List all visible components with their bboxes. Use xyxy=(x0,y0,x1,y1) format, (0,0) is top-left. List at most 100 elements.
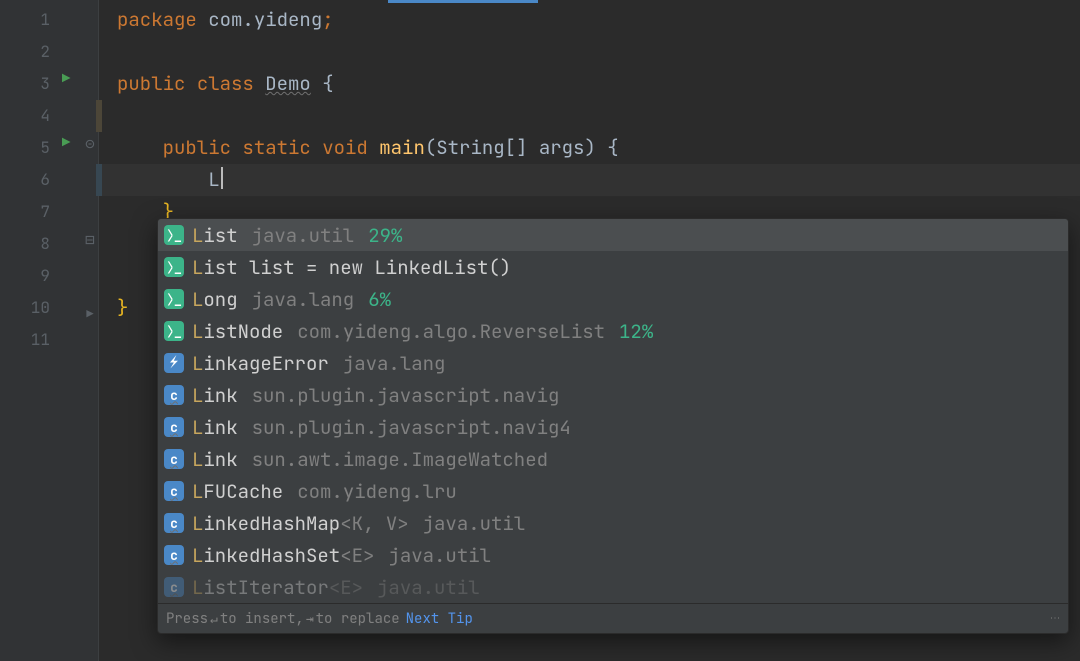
completion-context: sun.awt.image.ImageWatched xyxy=(252,447,548,472)
completion-item[interactable]: ⚡ LinkageError java.lang xyxy=(158,347,1068,379)
completion-label: List xyxy=(192,223,238,248)
brace: { xyxy=(311,71,334,96)
gutter-run-column: ▶ ▶ xyxy=(60,0,82,661)
code-editor[interactable]: 1234567891011 ▶ ▶ ⊝ ⊟ ▶ package com.yide… xyxy=(0,0,1080,661)
fold-start-icon[interactable]: ⊝ xyxy=(82,136,98,152)
hint-text: Press xyxy=(166,610,208,628)
class-name: Demo xyxy=(265,71,311,96)
completion-item[interactable]: c Link sun.plugin.javascript.navig xyxy=(158,379,1068,411)
completion-context: com.yideng.lru xyxy=(297,479,457,504)
completion-percent: 29% xyxy=(368,223,402,248)
run-icon[interactable]: ▶ xyxy=(62,134,70,152)
completion-context: com.yideng.algo.ReverseList xyxy=(297,319,605,344)
completion-list[interactable]: ⟩_ List java.util 29% ⟩_ List list = new Link… xyxy=(158,219,1068,603)
keyword: public xyxy=(163,135,231,160)
completion-item[interactable]: c LinkedHashSet<E> java.util xyxy=(158,539,1068,571)
completion-percent: 12% xyxy=(619,319,653,344)
class-icon: c xyxy=(164,577,184,597)
keyword: package xyxy=(117,7,197,32)
line-number: 3 xyxy=(0,68,60,100)
completion-label: Link xyxy=(192,447,238,472)
code-line[interactable] xyxy=(99,100,1080,132)
line-number: 8 xyxy=(0,228,60,260)
completion-item[interactable]: ⟩_ Long java.lang 6% xyxy=(158,283,1068,315)
fold-end-icon[interactable]: ⊟ xyxy=(82,232,98,248)
code-line[interactable] xyxy=(99,36,1080,68)
completion-context: java.lang xyxy=(343,351,446,376)
completion-item[interactable]: c LFUCache com.yideng.lru xyxy=(158,475,1068,507)
completion-context: java.util xyxy=(377,575,480,600)
ai-suggest-icon: ⟩_ xyxy=(164,225,184,245)
completion-item[interactable]: ⟩_ List java.util 29% xyxy=(158,219,1068,251)
gutter-line-numbers: 1234567891011 xyxy=(0,0,60,661)
line-number: 1 xyxy=(0,4,60,36)
completion-label: LinkedHashMap<K, V> xyxy=(192,511,409,536)
completion-label: LFUCache xyxy=(192,479,283,504)
line-number: 4 xyxy=(0,100,60,132)
completion-context: sun.plugin.javascript.navig xyxy=(252,383,560,408)
completion-context: sun.plugin.javascript.navig4 xyxy=(252,415,571,440)
completion-label: Link xyxy=(192,415,238,440)
parameters: (String[] args) { xyxy=(425,135,619,160)
package-name: com.yideng xyxy=(197,7,322,32)
completion-item[interactable]: c Link sun.plugin.javascript.navig4 xyxy=(158,411,1068,443)
class-icon: c xyxy=(164,545,184,565)
keyword: public xyxy=(117,71,185,96)
run-icon[interactable]: ▶ xyxy=(62,70,70,88)
completion-item[interactable]: ⟩_ List list = new LinkedList() xyxy=(158,251,1068,283)
keyword: static xyxy=(242,135,310,160)
completion-context: java.lang xyxy=(252,287,355,312)
fold-collapsed-icon[interactable]: ▶ xyxy=(82,306,98,322)
code-line-current[interactable]: L xyxy=(99,164,1080,196)
caret xyxy=(221,167,223,189)
modified-marker xyxy=(96,164,102,196)
class-icon: c xyxy=(164,481,184,501)
completion-label: Link xyxy=(192,383,238,408)
completion-item[interactable]: c LinkedHashMap<K, V> java.util xyxy=(158,507,1068,539)
code-line[interactable]: public class Demo { xyxy=(99,68,1080,100)
class-icon: c xyxy=(164,385,184,405)
completion-context: java.util xyxy=(388,543,491,568)
ai-suggest-icon: ⟩_ xyxy=(164,257,184,277)
key-tab-icon: ⇥ xyxy=(304,610,316,627)
next-tip-link[interactable]: Next Tip xyxy=(406,610,473,628)
ai-suggest-icon: ⟩_ xyxy=(164,289,184,309)
completion-item[interactable]: c Link sun.awt.image.ImageWatched xyxy=(158,443,1068,475)
completion-popup[interactable]: ⟩_ List java.util 29% ⟩_ List list = new Link… xyxy=(157,218,1069,634)
code-line[interactable]: public static void main(String[] args) { xyxy=(99,132,1080,164)
hint-text: to insert, xyxy=(220,610,304,628)
ai-suggest-icon: ⟩_ xyxy=(164,321,184,341)
brace: } xyxy=(117,295,128,320)
line-number: 7 xyxy=(0,196,60,228)
line-number: 6 xyxy=(0,164,60,196)
completion-context: java.util xyxy=(423,511,526,536)
completion-context: java.util xyxy=(252,223,355,248)
completion-label: LinkageError xyxy=(192,351,329,376)
code-line[interactable]: package com.yideng; xyxy=(99,4,1080,36)
completion-hint-bar: Press ↵ to insert, ⇥ to replace Next Tip… xyxy=(158,603,1068,633)
line-number: 10 xyxy=(0,292,60,324)
hint-text: to replace xyxy=(316,610,400,628)
key-enter-icon: ↵ xyxy=(208,610,220,627)
completion-item[interactable]: ⟩_ ListNode com.yideng.algo.ReverseList 12% xyxy=(158,315,1068,347)
completion-percent: 6% xyxy=(368,287,391,312)
completion-label: Long xyxy=(192,287,238,312)
more-icon[interactable]: ⋮ xyxy=(1050,613,1060,625)
class-icon: c xyxy=(164,449,184,469)
keyword: class xyxy=(197,71,254,96)
class-icon: c xyxy=(164,417,184,437)
completion-label: ListNode xyxy=(192,319,283,344)
line-number: 2 xyxy=(0,36,60,68)
keyword: void xyxy=(322,135,368,160)
typed-text: L xyxy=(208,167,219,192)
semicolon: ; xyxy=(322,7,333,32)
line-number: 11 xyxy=(0,324,60,356)
completion-label: LinkedHashSet<E> xyxy=(192,543,374,568)
class-icon: c xyxy=(164,513,184,533)
completion-item[interactable]: cListIterator<E>java.util xyxy=(158,571,1068,603)
bolt-icon: ⚡ xyxy=(164,353,184,373)
line-number: 5 xyxy=(0,132,60,164)
completion-label: List list = new LinkedList() xyxy=(192,255,511,280)
line-number: 9 xyxy=(0,260,60,292)
modified-marker xyxy=(96,100,102,132)
